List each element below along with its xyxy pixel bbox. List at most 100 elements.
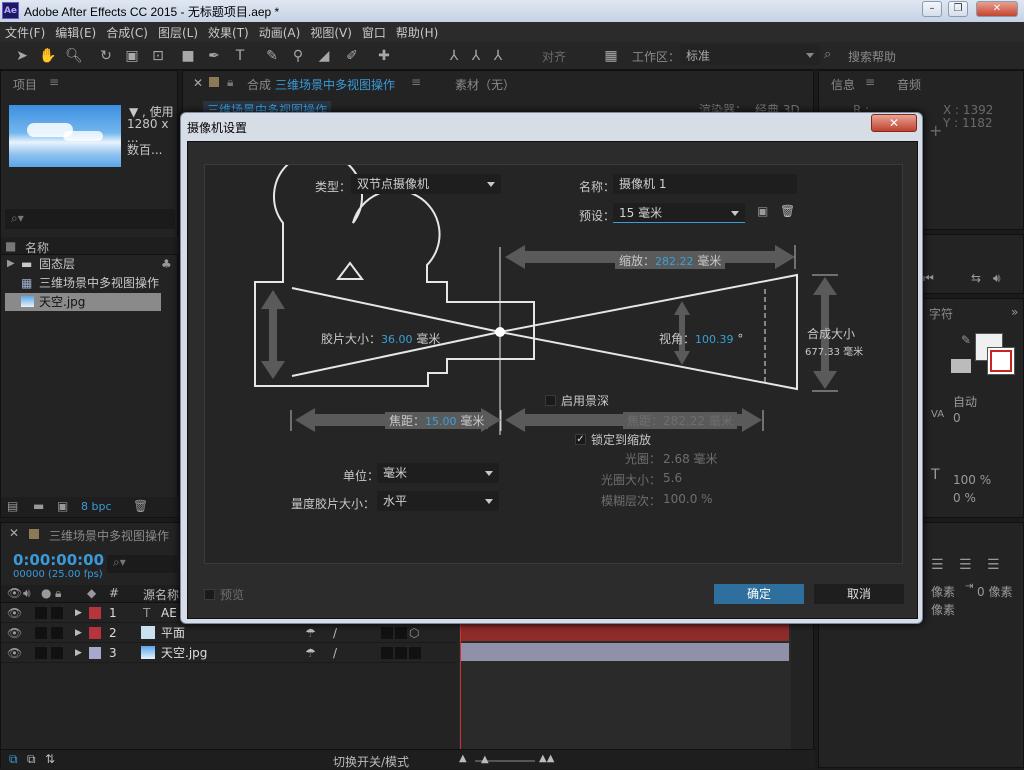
switch-box[interactable] [381,647,393,659]
zoom-in-icon[interactable]: ▲▲ [539,753,554,764]
visibility-eye-icon[interactable]: 👁︎ [7,643,22,663]
preset-select[interactable]: 15 毫米 [613,203,745,223]
expand-arrow-icon[interactable]: ▶ [75,643,82,663]
puppet-pin-tool-icon[interactable]: ✚ [374,46,394,66]
camera-name-field[interactable]: 摄像机 1 [613,174,797,194]
selection-tool-icon[interactable]: ➤ [12,46,32,66]
indent-px-3[interactable]: 像素 [931,601,955,618]
kerning-value[interactable]: 0 [953,411,961,425]
type-tool-icon[interactable]: T [230,46,250,66]
baseline-shift-value[interactable]: 0 % [953,491,976,505]
playhead[interactable] [460,603,461,769]
expand-arrow-icon[interactable]: ▶ [75,623,82,643]
units-select[interactable]: 毫米 [377,463,499,483]
panel-menu-icon[interactable]: ≡ [865,75,875,89]
tab-composition[interactable]: 合成 [247,76,271,93]
panel-menu-icon[interactable]: ≡ [49,75,59,89]
solo-toggle[interactable] [35,607,47,619]
layer-color-swatch[interactable] [89,627,101,639]
menu-effect[interactable]: 效果(T) [203,22,254,41]
vertical-scale-value[interactable]: 100 % [953,473,991,487]
project-search-input[interactable]: ⌕▾ [5,209,175,229]
new-composition-icon[interactable]: ▣ [57,499,68,513]
angle-value[interactable]: 100.39 [695,333,734,346]
column-name[interactable]: 名称 [25,239,49,256]
solo-toggle[interactable] [35,627,47,639]
shy-icon[interactable]: ☂ [305,643,316,663]
tab-info[interactable]: 信息 [831,76,855,93]
flowchart-icon[interactable]: ♣ [161,257,172,271]
expand-arrow-icon[interactable]: ▶ [7,255,15,273]
dialog-close-button[interactable]: ✕ [871,114,917,132]
close-tab-icon[interactable]: ✕ [193,76,203,90]
project-item-solids-folder[interactable]: ▶ ▬ 固态层 [5,255,161,273]
menu-file[interactable]: 文件(F) [0,22,50,41]
view-axis-icon[interactable]: ⅄ [488,46,508,66]
menu-composition[interactable]: 合成(C) [101,22,153,41]
menu-help[interactable]: 帮助(H) [391,22,443,41]
lock-to-zoom-checkbox[interactable]: ✓ [575,434,586,445]
measure-film-select[interactable]: 水平 [377,491,499,511]
clone-stamp-tool-icon[interactable]: ⚲ [288,46,308,66]
align-right-icon[interactable]: ☰ [931,557,944,573]
stroke-color-swatch[interactable] [987,347,1015,375]
quality-slash-icon[interactable]: / [333,643,337,663]
swap-colors-icon[interactable] [951,359,971,373]
menu-edit[interactable]: 编辑(E) [50,22,101,41]
timeline-layer-row[interactable]: 👁︎ ▶ 3 天空.jpg ☂ / [1,643,457,663]
search-help-input[interactable]: 搜索帮助 [848,48,896,65]
shy-icon[interactable]: ☂ [305,623,316,643]
layer-search-input[interactable]: ⌕▾ [107,555,177,573]
roto-brush-tool-icon[interactable]: ✐ [342,46,362,66]
panel-menu-icon[interactable]: ≡ [411,75,421,89]
tab-character[interactable]: 字符 [929,305,953,322]
layer-switches-icon[interactable]: ⧉ [27,752,36,767]
comp-flowchart-icon[interactable]: ⧉ [9,752,18,767]
layer-bar-3[interactable] [461,643,789,661]
rectangle-tool-icon[interactable]: ■ [178,46,198,66]
pan-behind-tool-icon[interactable]: ⊡ [148,46,168,66]
local-axis-icon[interactable]: ⅄ [444,46,464,66]
world-axis-icon[interactable]: ⅄ [466,46,486,66]
zoom-slider-thumb[interactable]: ▲ [481,754,489,765]
rotate-tool-icon[interactable]: ↻ [96,46,116,66]
audio-icon[interactable]: 🔊︎ [993,271,1001,286]
layer-color-swatch[interactable] [89,647,101,659]
delete-preset-icon[interactable]: 🗑︎ [780,204,795,218]
lock-icon[interactable]: 🔒︎ [227,75,233,90]
visibility-eye-icon[interactable]: 👁︎ [7,603,22,623]
justify-all-icon[interactable]: ☰ [987,557,1000,573]
indent-px-1[interactable]: 像素 [931,583,955,600]
film-size-value[interactable]: 36.00 [381,333,413,346]
workspace-select[interactable]: 标准 [680,45,820,65]
maximize-button[interactable]: ❐ [948,1,968,17]
justify-left-icon[interactable]: ☰ [959,557,972,573]
menu-window[interactable]: 窗口 [357,22,391,41]
timeline-layer-row[interactable]: 👁︎ ▶ 2 平面 ☂ / ⬡ [1,623,457,643]
layer-color-swatch[interactable] [89,607,101,619]
pen-tool-icon[interactable]: ✒ [204,46,224,66]
tab-composition-name[interactable]: 三维场景中多视图操作 [275,76,395,93]
column-source-name[interactable]: 源名称 [143,586,179,603]
layer-bar-2[interactable] [461,623,789,641]
layer-name[interactable]: 天空.jpg [161,643,207,663]
interpret-footage-icon[interactable]: ▤ [7,499,18,513]
tab-audio[interactable]: 音频 [897,76,921,93]
enable-dof-checkbox[interactable] [545,395,556,406]
indent-px-2[interactable]: 0 像素 [977,583,1012,600]
auto-leading-value[interactable]: 自动 [953,393,977,410]
transfer-controls-icon[interactable]: ⇅ [45,752,55,766]
toggle-switches-modes[interactable]: 切换开关/模式 [333,753,409,770]
preview-checkbox[interactable] [204,589,215,600]
ok-button[interactable]: 确定 [714,584,804,604]
tab-project[interactable]: 项目 [13,76,37,93]
3d-layer-icon[interactable]: ⬡ [409,623,419,643]
menu-view[interactable]: 视图(V) [305,22,357,41]
camera-type-select[interactable]: 双节点摄像机 [351,174,501,194]
menu-animation[interactable]: 动画(A) [254,22,306,41]
zoom-tool-icon[interactable]: 🔍︎ [64,46,84,66]
hand-tool-icon[interactable]: ✋ [38,46,58,66]
project-item-composition[interactable]: ▦ 三维场景中多视图操作 [5,274,161,292]
focal-length-value[interactable]: 15.00 [425,415,457,428]
tab-footage[interactable]: 素材（无） [455,76,515,93]
